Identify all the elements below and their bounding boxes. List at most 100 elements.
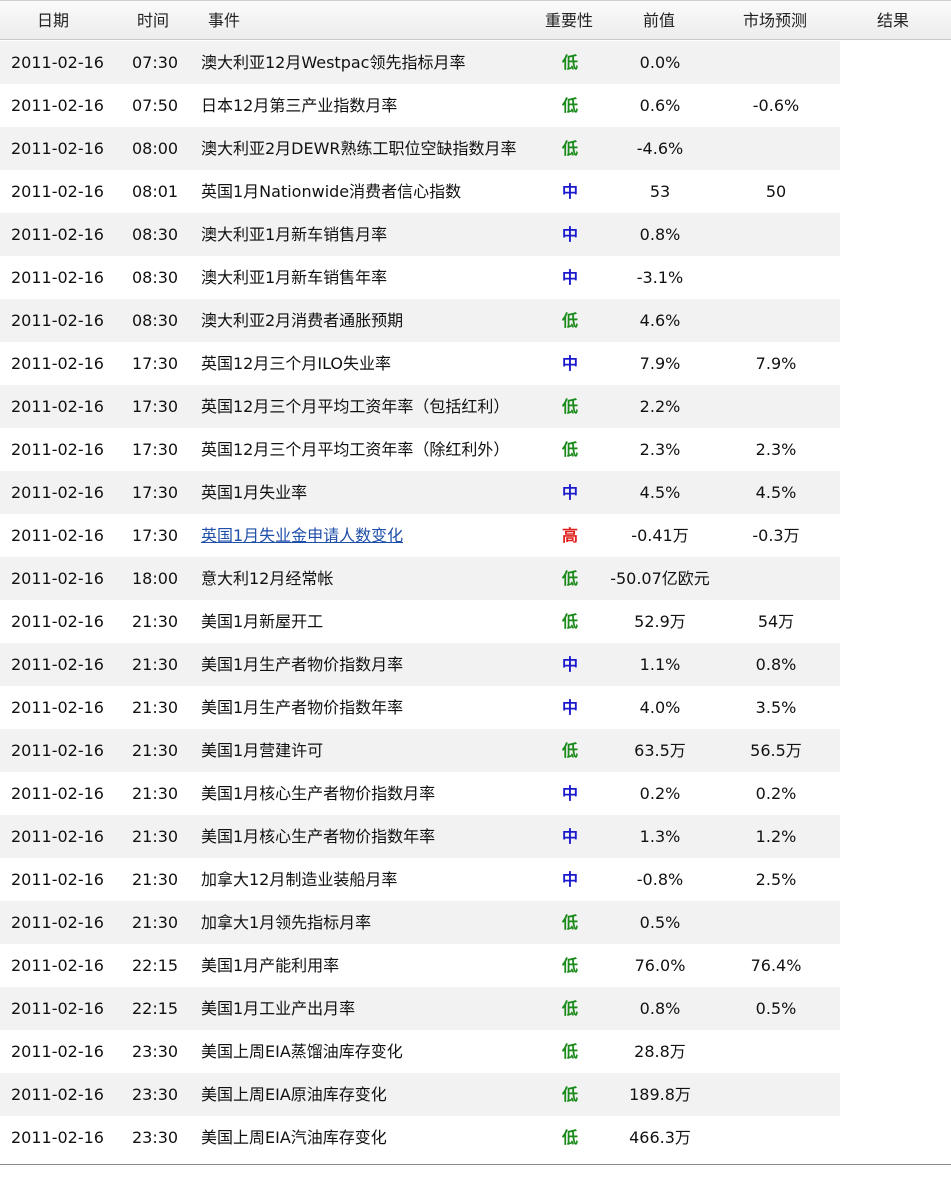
importance-badge: 中 [561, 268, 578, 287]
importance-badge: 中 [561, 655, 578, 674]
row-date: 2011-02-16 [11, 698, 104, 717]
importance-badge: 低 [561, 1085, 578, 1104]
importance-badge: 低 [561, 311, 578, 330]
table-row: 2011-02-16 08:30 澳大利亚1月新车销售月率中 0.8% [0, 213, 951, 256]
row-date: 2011-02-16 [11, 1085, 104, 1104]
row-time: 17:30 [132, 397, 179, 416]
row-event: 美国1月核心生产者物价指数年率 [201, 827, 436, 846]
row-forecast: 7.9% [755, 354, 797, 373]
row-event: 英国1月失业金申请人数变化 [201, 514, 403, 557]
row-event: 美国1月工业产出月率 [201, 999, 356, 1018]
row-time: 21:30 [132, 784, 179, 803]
table-row: 2011-02-16 08:00 澳大利亚2月DEWR熟练工职位空缺指数月率低 -4.… [0, 127, 951, 170]
row-date: 2011-02-16 [11, 483, 104, 502]
header-previous: 前值 [643, 11, 676, 30]
table-row: 2011-02-16 21:30 加拿大1月领先指标月率低 0.5% [0, 901, 951, 944]
row-forecast: 50 [765, 182, 787, 201]
row-date: 2011-02-16 [11, 913, 104, 932]
row-event: 美国1月生产者物价指数年率 [201, 698, 404, 717]
row-time: 07:30 [132, 53, 179, 72]
header-forecast: 市场预测 [743, 11, 808, 30]
row-forecast [706, 557, 846, 600]
row-event: 美国上周EIA汽油库存变化 [201, 1128, 387, 1147]
row-forecast [706, 127, 846, 170]
header-result: 结果 [877, 11, 910, 30]
table-row: 2011-02-16 22:15 美国1月产能利用率低 76.0% 76.4% [0, 944, 951, 987]
table-row: 2011-02-16 07:30 澳大利亚12月Westpac领先指标月率低 0.0% [0, 41, 951, 84]
table-row: 2011-02-16 21:30 美国1月生产者物价指数月率中 1.1% 0.8% [0, 643, 951, 686]
importance-badge: 中 [561, 827, 578, 846]
importance-badge: 低 [561, 440, 578, 459]
header-date: 日期 [37, 11, 70, 30]
row-date: 2011-02-16 [11, 569, 104, 588]
importance-badge: 中 [561, 483, 578, 502]
row-event: 英国12月三个月平均工资年率（包括红利） [201, 397, 510, 416]
row-date: 2011-02-16 [11, 397, 104, 416]
row-date: 2011-02-16 [11, 139, 104, 158]
row-forecast [706, 901, 846, 944]
row-forecast: 2.5% [755, 870, 797, 889]
row-time: 17:30 [132, 483, 179, 502]
table-row: 2011-02-16 17:30 英国1月失业率中 4.5% 4.5% [0, 471, 951, 514]
importance-badge: 中 [561, 698, 578, 717]
table-row: 2011-02-16 21:30 美国1月生产者物价指数年率中 4.0% 3.5% [0, 686, 951, 729]
table-row: 2011-02-16 23:30 美国上周EIA汽油库存变化低 466.3万 [0, 1116, 951, 1159]
table-body: 2011-02-16 07:30 澳大利亚12月Westpac领先指标月率低 0.0%… [0, 41, 951, 1159]
row-forecast: 1.2% [755, 827, 797, 846]
row-time: 08:00 [132, 139, 179, 158]
row-forecast: 76.4% [750, 956, 802, 975]
importance-badge: 低 [561, 1128, 578, 1147]
importance-badge: 高 [561, 526, 578, 545]
table-header: 日期 时间 事件 重要性 前值 市场预测 结果 [0, 0, 951, 40]
importance-badge: 中 [561, 354, 578, 373]
row-date: 2011-02-16 [11, 655, 104, 674]
row-time: 18:00 [132, 569, 179, 588]
row-time: 17:30 [132, 526, 179, 545]
row-forecast: 4.5% [755, 483, 797, 502]
header-importance: 重要性 [545, 11, 594, 30]
row-event: 美国1月核心生产者物价指数月率 [201, 784, 436, 803]
row-event: 英国1月Nationwide消费者信心指数 [201, 182, 462, 201]
row-date: 2011-02-16 [11, 225, 104, 244]
row-forecast: -0.6% [752, 96, 800, 115]
row-time: 21:30 [132, 655, 179, 674]
row-date: 2011-02-16 [11, 440, 104, 459]
event-link[interactable]: 英国1月失业金申请人数变化 [201, 526, 403, 545]
row-event: 澳大利亚1月新车销售月率 [201, 225, 388, 244]
importance-badge: 低 [561, 1042, 578, 1061]
row-time: 21:30 [132, 698, 179, 717]
row-event: 澳大利亚1月新车销售年率 [201, 268, 388, 287]
row-forecast [706, 1030, 846, 1073]
row-date: 2011-02-16 [11, 784, 104, 803]
row-date: 2011-02-16 [11, 311, 104, 330]
table-row: 2011-02-16 23:30 美国上周EIA原油库存变化低 189.8万 [0, 1073, 951, 1116]
row-date: 2011-02-16 [11, 999, 104, 1018]
importance-badge: 低 [561, 956, 578, 975]
row-event: 美国上周EIA原油库存变化 [201, 1085, 387, 1104]
row-time: 21:30 [132, 870, 179, 889]
table-row: 2011-02-16 07:50 日本12月第三产业指数月率低 0.6% -0.6% [0, 84, 951, 127]
row-forecast [706, 299, 846, 342]
importance-badge: 中 [561, 870, 578, 889]
table-row: 2011-02-16 21:30 美国1月新屋开工低 52.9万 54万 [0, 600, 951, 643]
importance-badge: 低 [561, 612, 578, 631]
table-row: 2011-02-16 18:00 意大利12月经常帐低 -50.07亿欧元 [0, 557, 951, 600]
header-time: 时间 [137, 11, 170, 30]
table-row: 2011-02-16 21:30 美国1月核心生产者物价指数年率中 1.3% 1.2% [0, 815, 951, 858]
row-event: 美国上周EIA蒸馏油库存变化 [201, 1042, 403, 1061]
row-date: 2011-02-16 [11, 870, 104, 889]
row-date: 2011-02-16 [11, 956, 104, 975]
row-date: 2011-02-16 [11, 1042, 104, 1061]
row-time: 08:30 [132, 225, 179, 244]
table-bottom-divider [0, 1164, 951, 1165]
table-row: 2011-02-16 17:30 英国12月三个月平均工资年率（包括红利）低 2.2% [0, 385, 951, 428]
row-forecast [706, 1116, 846, 1159]
row-forecast [706, 256, 846, 299]
row-event: 美国1月营建许可 [201, 741, 324, 760]
row-time: 08:01 [132, 182, 179, 201]
header-event: 事件 [208, 11, 241, 30]
row-forecast: 0.8% [755, 655, 797, 674]
row-event: 日本12月第三产业指数月率 [201, 96, 398, 115]
row-time: 23:30 [132, 1085, 179, 1104]
row-forecast [706, 41, 846, 84]
